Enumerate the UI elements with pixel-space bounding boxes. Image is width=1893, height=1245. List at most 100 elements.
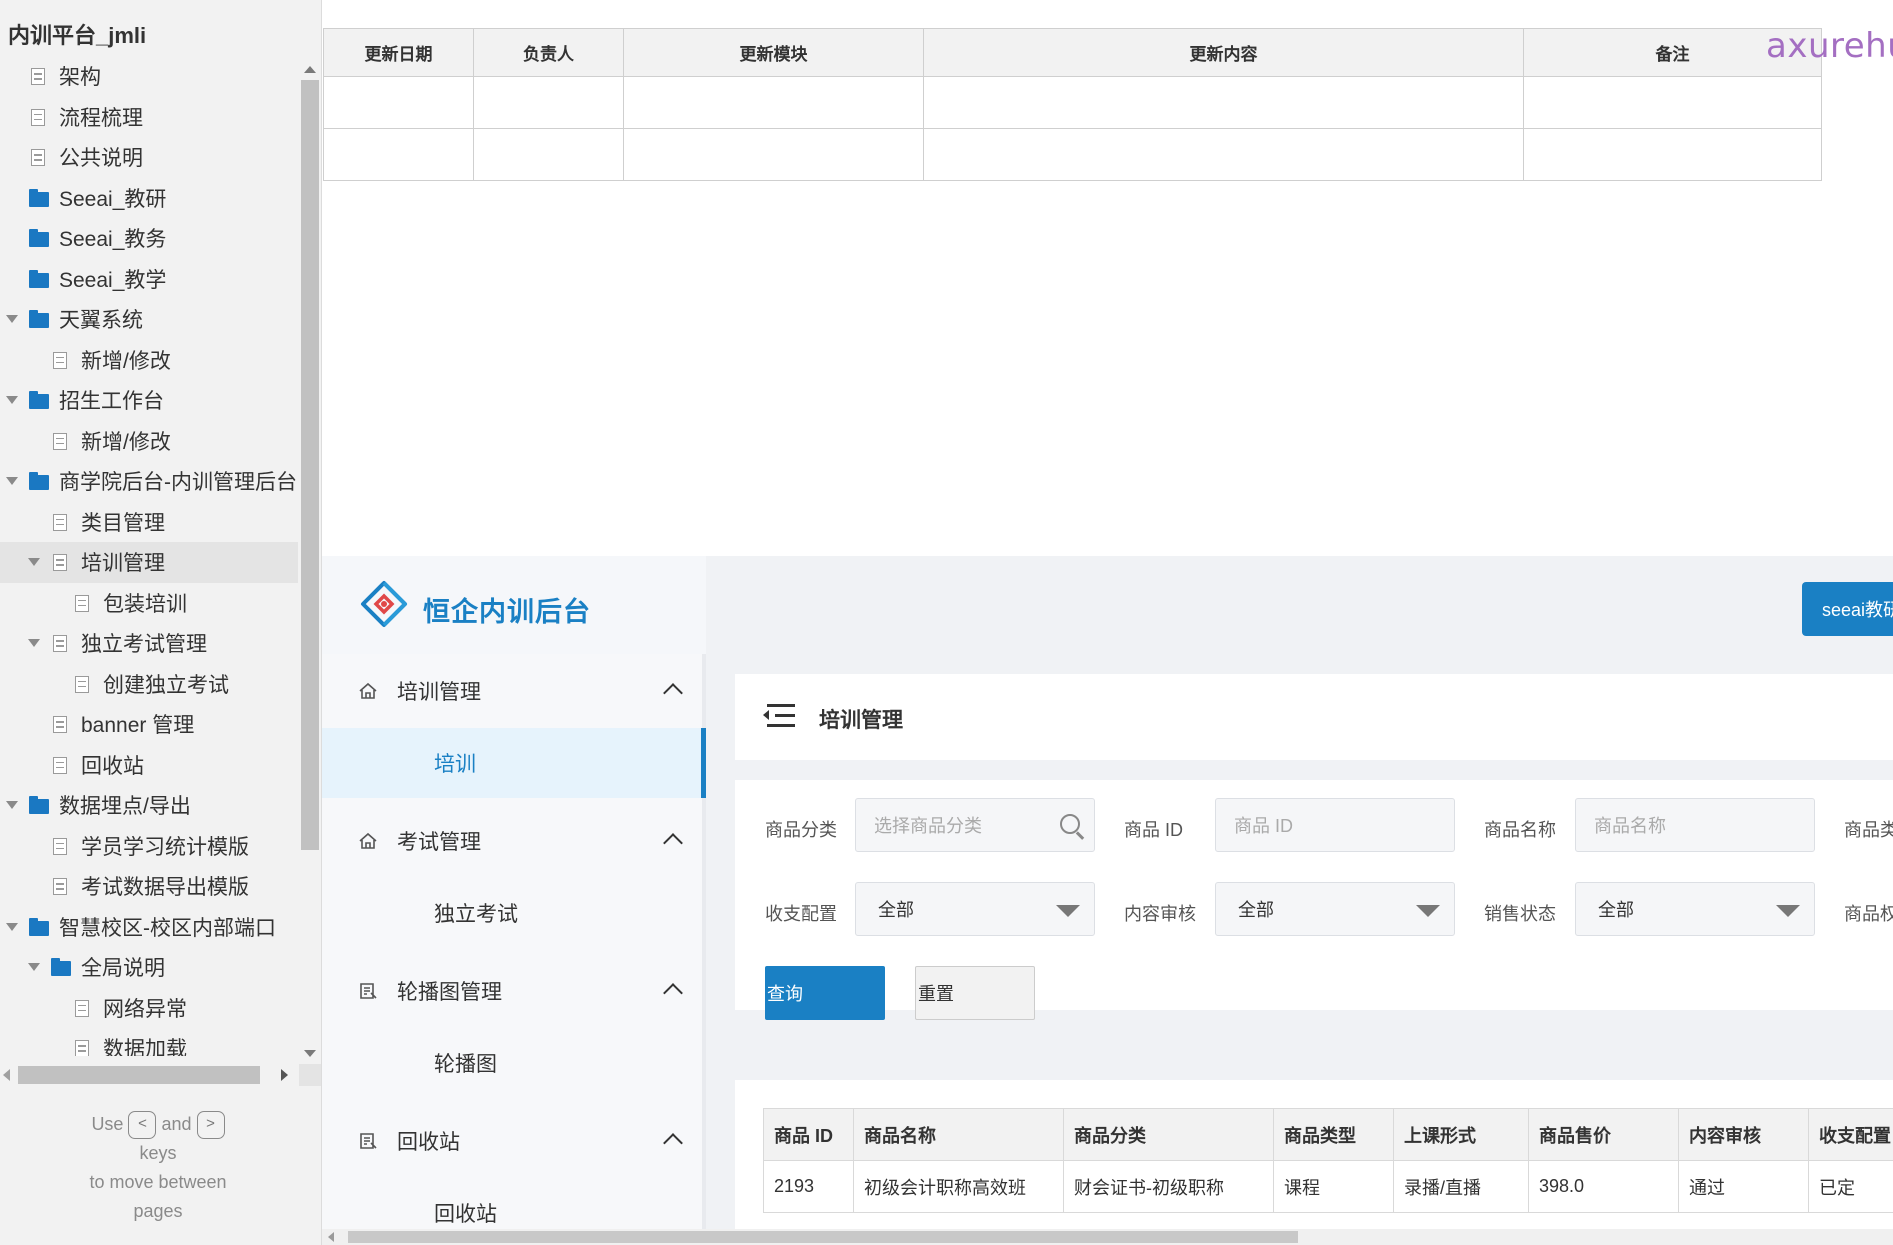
sitemap-item[interactable]: 招生工作台: [0, 380, 298, 421]
expand-arrow-icon[interactable]: [6, 921, 18, 933]
scrollbar-thumb[interactable]: [18, 1066, 260, 1084]
expand-arrow-icon[interactable]: [6, 313, 18, 325]
prototype-canvas: axurehub.com 原型资源站 更新日期 负责人 更新模块 更新内容 备注: [322, 0, 1893, 1245]
changelog-cell: [323, 76, 474, 129]
sitemap-item[interactable]: 天翼系统: [0, 299, 298, 340]
canvas-horizontal-scrollbar[interactable]: [322, 1229, 1893, 1245]
query-button[interactable]: 查询: [765, 966, 885, 1020]
expand-arrow-icon[interactable]: [28, 556, 40, 568]
sitemap-panel: 内训平台_jmli 架构 流程梳理公共说明 Seeai_教研 Seeai_教务 Seea…: [0, 0, 322, 1245]
seeai-button[interactable]: seeai教研: [1802, 582, 1893, 636]
category-select[interactable]: 选择商品分类: [855, 798, 1095, 852]
scrollbar-thumb[interactable]: [348, 1231, 1298, 1243]
folder-icon: [29, 310, 49, 328]
expand-arrow-icon[interactable]: [6, 475, 18, 487]
sitemap-title: 内训平台_jmli: [8, 23, 147, 48]
chevron-up-icon[interactable]: [663, 683, 683, 703]
filter-card: 商品分类 选择商品分类 商品 ID 商品 ID 商品名称 商品名称 商品类 收支…: [735, 780, 1893, 1020]
sitemap-item[interactable]: 智慧校区-校区内部端口: [0, 907, 298, 948]
sitemap-item[interactable]: Seeai_教务: [0, 218, 298, 259]
sitemap-item[interactable]: 架构: [0, 56, 298, 97]
search-icon[interactable]: [1060, 814, 1080, 834]
page-title: 培训管理: [819, 709, 903, 732]
goods-id-input[interactable]: 商品 ID: [1215, 798, 1455, 852]
payment-label: 收支配置: [765, 904, 837, 924]
sitemap-item[interactable]: 网络异常: [0, 988, 298, 1029]
sitemap-item-label: 网络异常: [103, 997, 187, 1021]
sitemap-item[interactable]: 数据加载: [0, 1028, 298, 1056]
nav-group-label: 回收站: [397, 1131, 460, 1154]
prev-key-icon: <: [128, 1111, 157, 1140]
sitemap-item[interactable]: banner 管理: [0, 704, 298, 745]
sitemap-item[interactable]: 独立考试管理: [0, 623, 298, 664]
sitemap-item-label: 新增/修改: [81, 349, 171, 373]
sitemap-item[interactable]: 全局说明: [0, 947, 298, 988]
sitemap-item[interactable]: 商学院后台-内训管理后台: [0, 461, 298, 502]
sitemap-item[interactable]: 数据埋点/导出: [0, 785, 298, 826]
expand-arrow-icon[interactable]: [28, 637, 40, 649]
nav-group-exam[interactable]: 考试管理: [322, 804, 706, 878]
sitemap-item[interactable]: 新增/修改: [0, 340, 298, 381]
nav-item-training[interactable]: 培训: [322, 728, 706, 798]
review-select[interactable]: 全部: [1215, 882, 1455, 936]
nav-group-training[interactable]: 培训管理: [322, 654, 706, 728]
column-header: 商品名称: [853, 1108, 1064, 1161]
scroll-down-icon[interactable]: [304, 1050, 316, 1057]
side-nav: 培训管理 培训 考试管理 独立考试 轮播图管理 轮播图 回收站 回收站: [322, 654, 706, 1245]
changelog-cell: [323, 128, 474, 181]
nav-group-carousel[interactable]: 轮播图管理: [322, 954, 706, 1028]
sitemap-item[interactable]: 新增/修改: [0, 421, 298, 462]
changelog-table: 更新日期 负责人 更新模块 更新内容 备注: [323, 28, 1822, 181]
sitemap-item[interactable]: 流程梳理: [0, 97, 298, 138]
sitemap-item-label: 公共说明: [59, 147, 143, 171]
review-value: 全部: [1238, 900, 1274, 920]
nav-group-recycle[interactable]: 回收站: [322, 1104, 706, 1178]
table-cell: 398.0: [1528, 1160, 1679, 1213]
changelog-cell: [473, 76, 624, 129]
expand-arrow-icon[interactable]: [6, 799, 18, 811]
sitemap-item[interactable]: 培训管理: [0, 542, 298, 583]
scrollbar-thumb[interactable]: [301, 80, 319, 850]
scroll-right-icon[interactable]: [281, 1069, 288, 1081]
sitemap-item[interactable]: 考试数据导出模版: [0, 866, 298, 907]
page-icon: [75, 999, 89, 1017]
nav-item-label: 培训: [434, 753, 476, 776]
nav-item-carousel[interactable]: 轮播图: [322, 1028, 706, 1098]
sitemap-vertical-scrollbar[interactable]: [299, 56, 321, 1057]
expand-arrow-icon[interactable]: [28, 961, 40, 973]
nav-item-standalone-exam[interactable]: 独立考试: [322, 878, 706, 948]
scroll-up-icon[interactable]: [304, 66, 316, 73]
sitemap-horizontal-scrollbar[interactable]: [0, 1064, 298, 1086]
column-header: 内容审核: [1678, 1108, 1809, 1161]
reset-button[interactable]: 重置: [915, 966, 1035, 1020]
table-row[interactable]: 2193 初级会计职称高效班 财会证书-初级职称 课程 录播/直播 398.0 …: [763, 1160, 1893, 1213]
table-header-row: 商品 ID 商品名称 商品分类 商品类型 上课形式 商品售价 内容审核 收支配置: [763, 1108, 1893, 1161]
chevron-up-icon[interactable]: [663, 983, 683, 1003]
scroll-left-icon[interactable]: [3, 1069, 10, 1081]
sale-select[interactable]: 全部: [1575, 882, 1815, 936]
sitemap-item[interactable]: 公共说明: [0, 137, 298, 178]
nav-group-label: 轮播图管理: [397, 981, 502, 1004]
sitemap-item[interactable]: 类目管理: [0, 502, 298, 543]
scroll-left-icon[interactable]: [328, 1232, 334, 1242]
goods-name-input[interactable]: 商品名称: [1575, 798, 1815, 852]
sitemap-item-label: Seeai_教研: [59, 187, 167, 211]
changelog-cell: [1523, 128, 1822, 181]
folder-icon: [29, 269, 49, 288]
chevron-up-icon[interactable]: [663, 833, 683, 853]
sitemap-item[interactable]: 学员学习统计模版: [0, 826, 298, 867]
sitemap-item[interactable]: 包装培训: [0, 583, 298, 624]
sitemap-item-label: 智慧校区-校区内部端口: [59, 916, 276, 940]
sitemap-item[interactable]: 创建独立考试: [0, 664, 298, 705]
hint-text: Use: [91, 1114, 124, 1134]
table-cell: 通过: [1678, 1160, 1809, 1213]
sitemap-item[interactable]: Seeai_教学: [0, 259, 298, 300]
changelog-cell: [623, 128, 924, 181]
expand-arrow-icon[interactable]: [6, 394, 18, 406]
page-icon: [75, 1040, 89, 1056]
chevron-up-icon[interactable]: [663, 1133, 683, 1153]
sitemap-item[interactable]: Seeai_教研: [0, 178, 298, 219]
payment-select[interactable]: 全部: [855, 882, 1095, 936]
menu-collapse-icon[interactable]: [763, 704, 795, 728]
sitemap-item[interactable]: 回收站: [0, 745, 298, 786]
